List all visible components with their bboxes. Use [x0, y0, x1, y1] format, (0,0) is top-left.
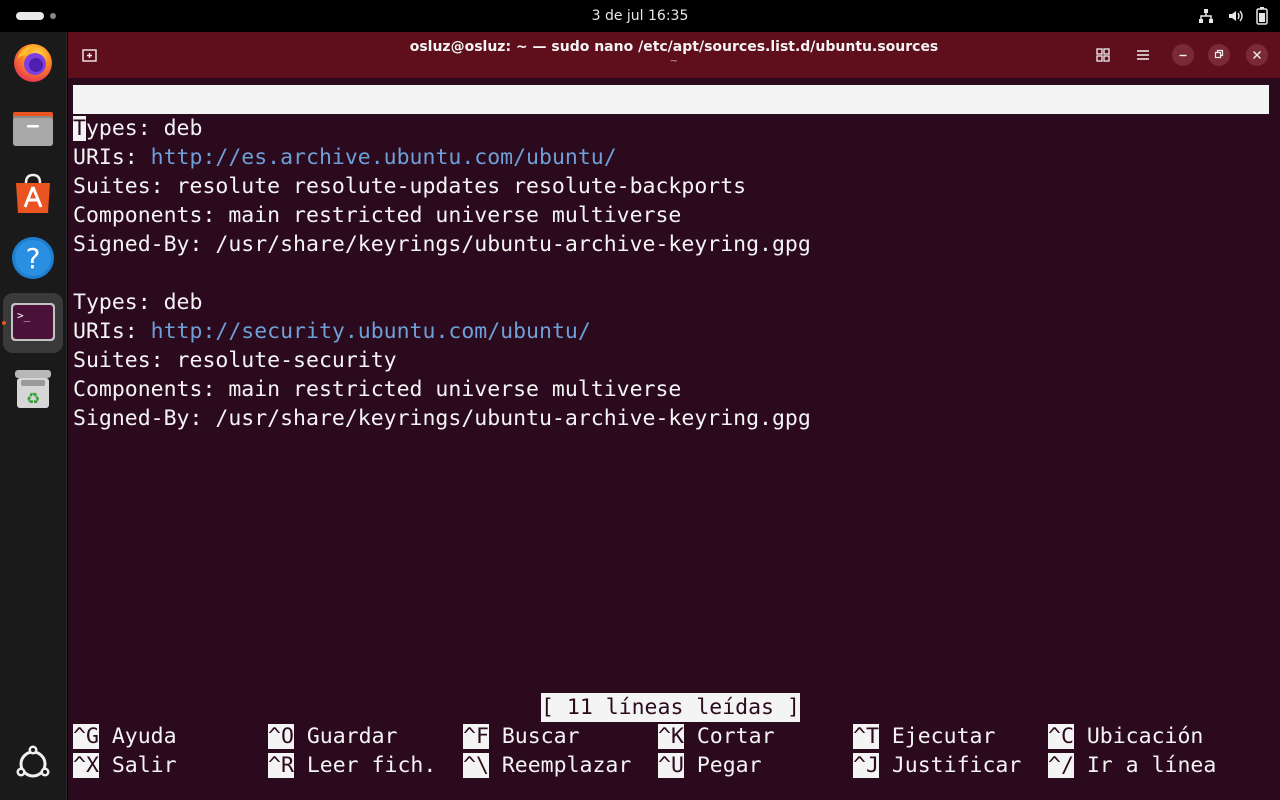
top-bar: 3 de jul 16:35	[0, 0, 1280, 32]
shortcut-key: ^F	[463, 724, 489, 749]
close-icon	[1253, 51, 1261, 59]
shortcut-help[interactable]: ^G Ayuda	[73, 722, 177, 751]
dock-terminal[interactable]: >_	[2, 293, 63, 353]
dock-firefox[interactable]	[3, 32, 63, 92]
dock: ? >_ ♻	[0, 32, 67, 800]
shortcut-key: ^T	[853, 724, 879, 749]
hamburger-icon	[1137, 50, 1149, 60]
nano-editor[interactable]: GNU nano 8.7.1 /etc/apt/sources.list.d/u…	[73, 85, 1273, 785]
network-icon[interactable]	[1198, 8, 1214, 24]
shortcut-label: Buscar	[501, 724, 580, 749]
shortcut-key: ^X	[73, 753, 99, 778]
file-line[interactable]: Components: main restricted universe mul…	[73, 375, 681, 404]
shortcut-save[interactable]: ^O Guardar	[268, 722, 397, 751]
running-indicator	[2, 321, 6, 325]
shortcut-label: Ubicación	[1086, 724, 1204, 749]
shortcut-search[interactable]: ^F Buscar	[463, 722, 580, 751]
shortcut-key: ^U	[658, 753, 684, 778]
shortcut-paste[interactable]: ^U Pegar	[658, 751, 762, 780]
shortcut-read-file[interactable]: ^R Leer fich.	[268, 751, 436, 780]
nano-header: GNU nano 8.7.1 /etc/apt/sources.list.d/u…	[73, 85, 1269, 170]
dock-files[interactable]	[3, 98, 63, 158]
maximize-button[interactable]	[1208, 44, 1230, 66]
dock-help[interactable]: ?	[3, 228, 63, 288]
shortcut-exit[interactable]: ^X Salir	[73, 751, 177, 780]
file-line[interactable]: Types: deb	[73, 114, 202, 143]
shortcut-replace[interactable]: ^\ Reemplazar	[463, 751, 631, 780]
shortcut-label: Guardar	[306, 724, 398, 749]
line-text: URIs:	[73, 319, 151, 344]
dock-show-apps[interactable]	[3, 734, 63, 794]
text-cursor: T	[73, 116, 86, 141]
file-line[interactable]: Types: deb	[73, 288, 202, 317]
shortcut-key: ^\	[463, 753, 489, 778]
shortcut-label: Cortar	[696, 724, 775, 749]
tab-overview-button[interactable]	[1092, 44, 1114, 66]
file-line[interactable]: Signed-By: /usr/share/keyrings/ubuntu-ar…	[73, 230, 811, 259]
shortcut-label: Ayuda	[111, 724, 177, 749]
file-line[interactable]: Components: main restricted universe mul…	[73, 201, 681, 230]
status-message: [ 11 líneas leídas ]	[541, 693, 800, 722]
minimize-button[interactable]	[1172, 44, 1194, 66]
restore-icon	[1214, 49, 1224, 59]
dock-app-center[interactable]	[3, 163, 63, 223]
minimize-icon	[1179, 54, 1187, 57]
menu-button[interactable]	[1132, 44, 1154, 66]
file-line[interactable]: Suites: resolute resolute-updates resolu…	[73, 172, 746, 201]
line-text: URIs:	[73, 145, 151, 170]
firefox-icon	[14, 44, 52, 82]
trash-icon: ♻	[15, 370, 51, 408]
shortcut-label: Salir	[111, 753, 177, 778]
terminal-window: osluz@osluz: ~ — sudo nano /etc/apt/sour…	[68, 32, 1280, 800]
file-line[interactable]: Signed-By: /usr/share/keyrings/ubuntu-ar…	[73, 404, 811, 433]
shortcut-key: ^/	[1048, 753, 1074, 778]
file-line[interactable]: Suites: resolute-security	[73, 346, 397, 375]
shortcut-execute[interactable]: ^T Ejecutar	[853, 722, 995, 751]
file-line[interactable]: URIs: http://es.archive.ubuntu.com/ubunt…	[73, 143, 617, 172]
window-titlebar[interactable]: osluz@osluz: ~ — sudo nano /etc/apt/sour…	[68, 32, 1280, 78]
shortcut-key: ^R	[268, 753, 294, 778]
svg-text:♻: ♻	[26, 389, 40, 408]
url-text: http://es.archive.ubuntu.com/ubuntu/	[150, 145, 617, 170]
line-text: ypes: deb	[85, 116, 203, 141]
help-icon: ?	[12, 237, 54, 279]
ubuntu-logo-icon	[16, 745, 50, 778]
system-tray[interactable]	[1198, 7, 1268, 25]
dock-trash[interactable]: ♻	[3, 358, 63, 418]
shortcut-key: ^J	[853, 753, 879, 778]
files-icon	[13, 112, 53, 146]
clock[interactable]: 3 de jul 16:35	[0, 8, 1280, 24]
shortcut-label: Leer fich.	[306, 753, 437, 778]
app-center-icon	[16, 173, 50, 213]
shortcut-label: Pegar	[696, 753, 762, 778]
shortcut-key: ^G	[73, 724, 99, 749]
shortcut-key: ^C	[1048, 724, 1074, 749]
grid-icon	[1096, 48, 1110, 62]
volume-icon[interactable]	[1227, 8, 1243, 24]
svg-text:>_: >_	[17, 309, 31, 322]
shortcut-key: ^K	[658, 724, 684, 749]
url-text: http://security.ubuntu.com/ubuntu/	[150, 319, 591, 344]
battery-icon[interactable]	[1256, 7, 1268, 25]
shortcut-justify[interactable]: ^J Justificar	[853, 751, 1021, 780]
shortcut-cut[interactable]: ^K Cortar	[658, 722, 775, 751]
shortcut-label: Reemplazar	[501, 753, 632, 778]
file-line[interactable]: URIs: http://security.ubuntu.com/ubuntu/	[73, 317, 591, 346]
svg-text:?: ?	[26, 242, 41, 275]
shortcut-label: Justificar	[891, 753, 1022, 778]
shortcut-key: ^O	[268, 724, 294, 749]
terminal-icon: >_	[11, 303, 55, 341]
shortcut-label: Ir a línea	[1086, 753, 1217, 778]
shortcut-go-to-line[interactable]: ^/ Ir a línea	[1048, 751, 1216, 780]
close-button[interactable]	[1246, 44, 1268, 66]
shortcut-label: Ejecutar	[891, 724, 996, 749]
shortcut-location[interactable]: ^C Ubicación	[1048, 722, 1203, 751]
